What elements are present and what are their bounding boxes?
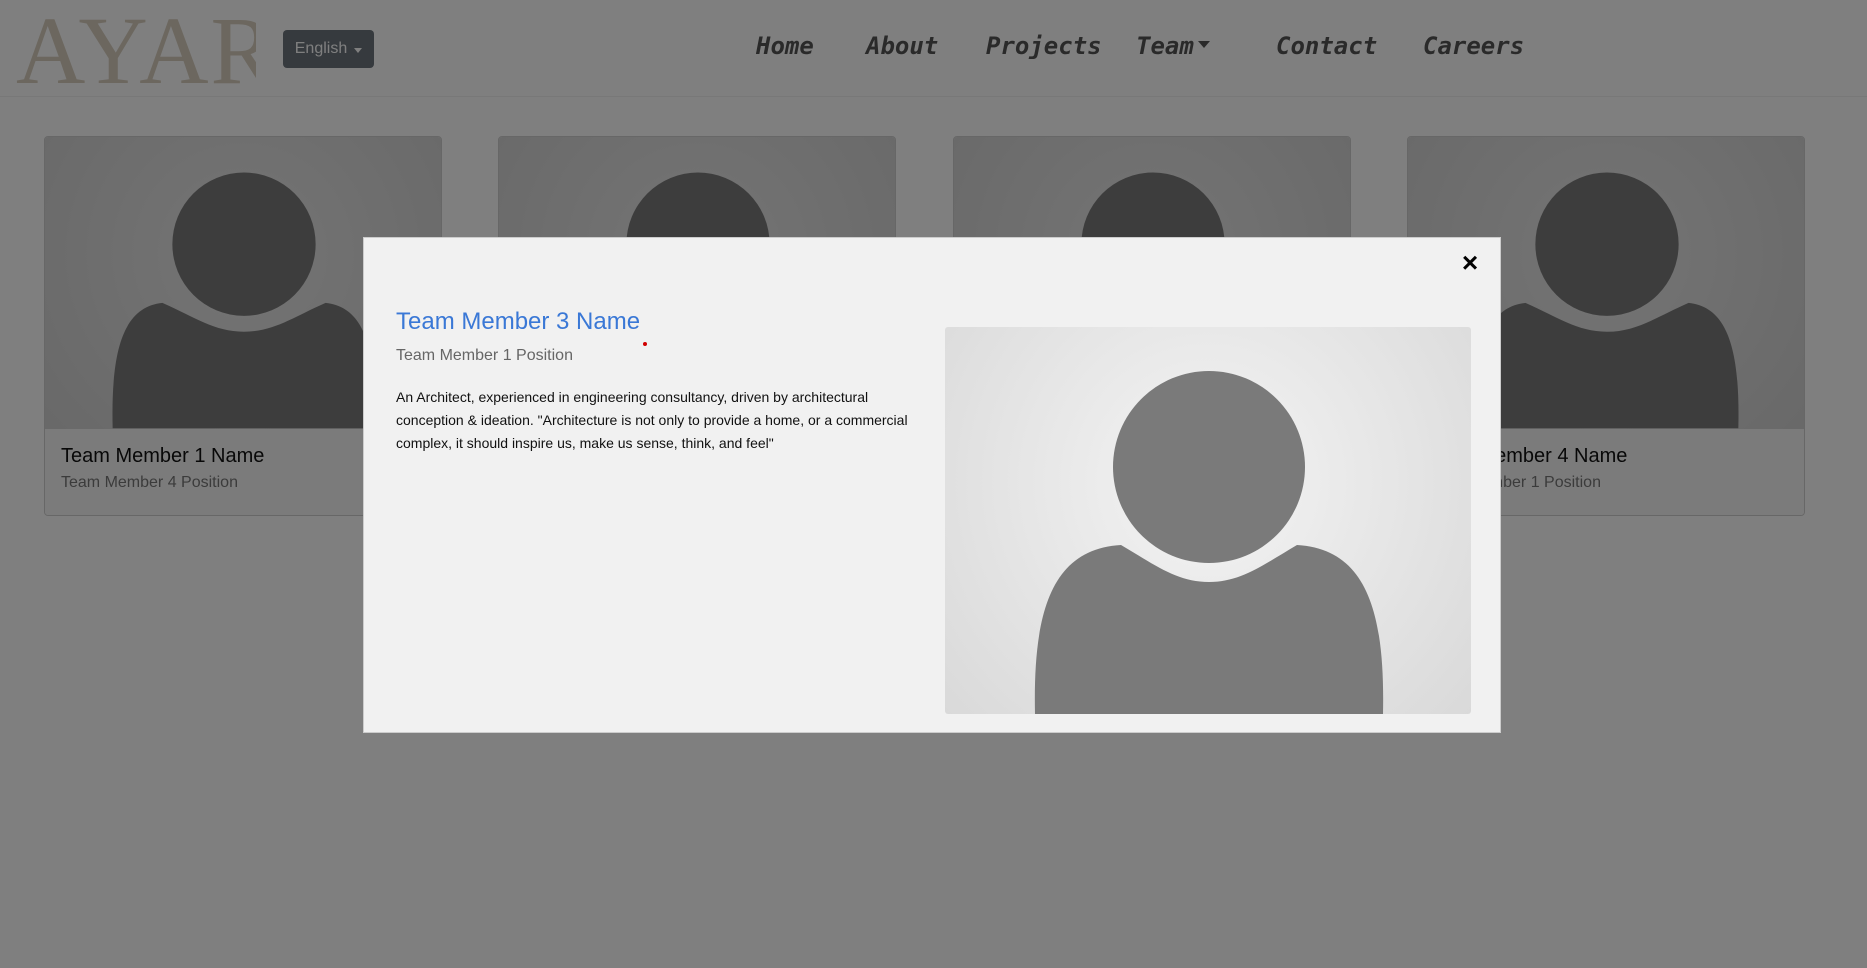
modal-member-description: An Architect, experienced in engineering… — [396, 389, 908, 451]
person-silhouette-icon — [1034, 371, 1384, 714]
close-icon[interactable]: × — [1458, 249, 1482, 277]
modal-member-name: Team Member 3 Name — [396, 308, 641, 335]
modal-member-photo — [945, 327, 1471, 714]
team-member-modal: × Team Member 3 Name Team Member 1 Posit… — [363, 237, 1501, 733]
modal-member-position: Team Member 1 Position — [396, 347, 573, 364]
red-dot-marker — [643, 342, 647, 346]
